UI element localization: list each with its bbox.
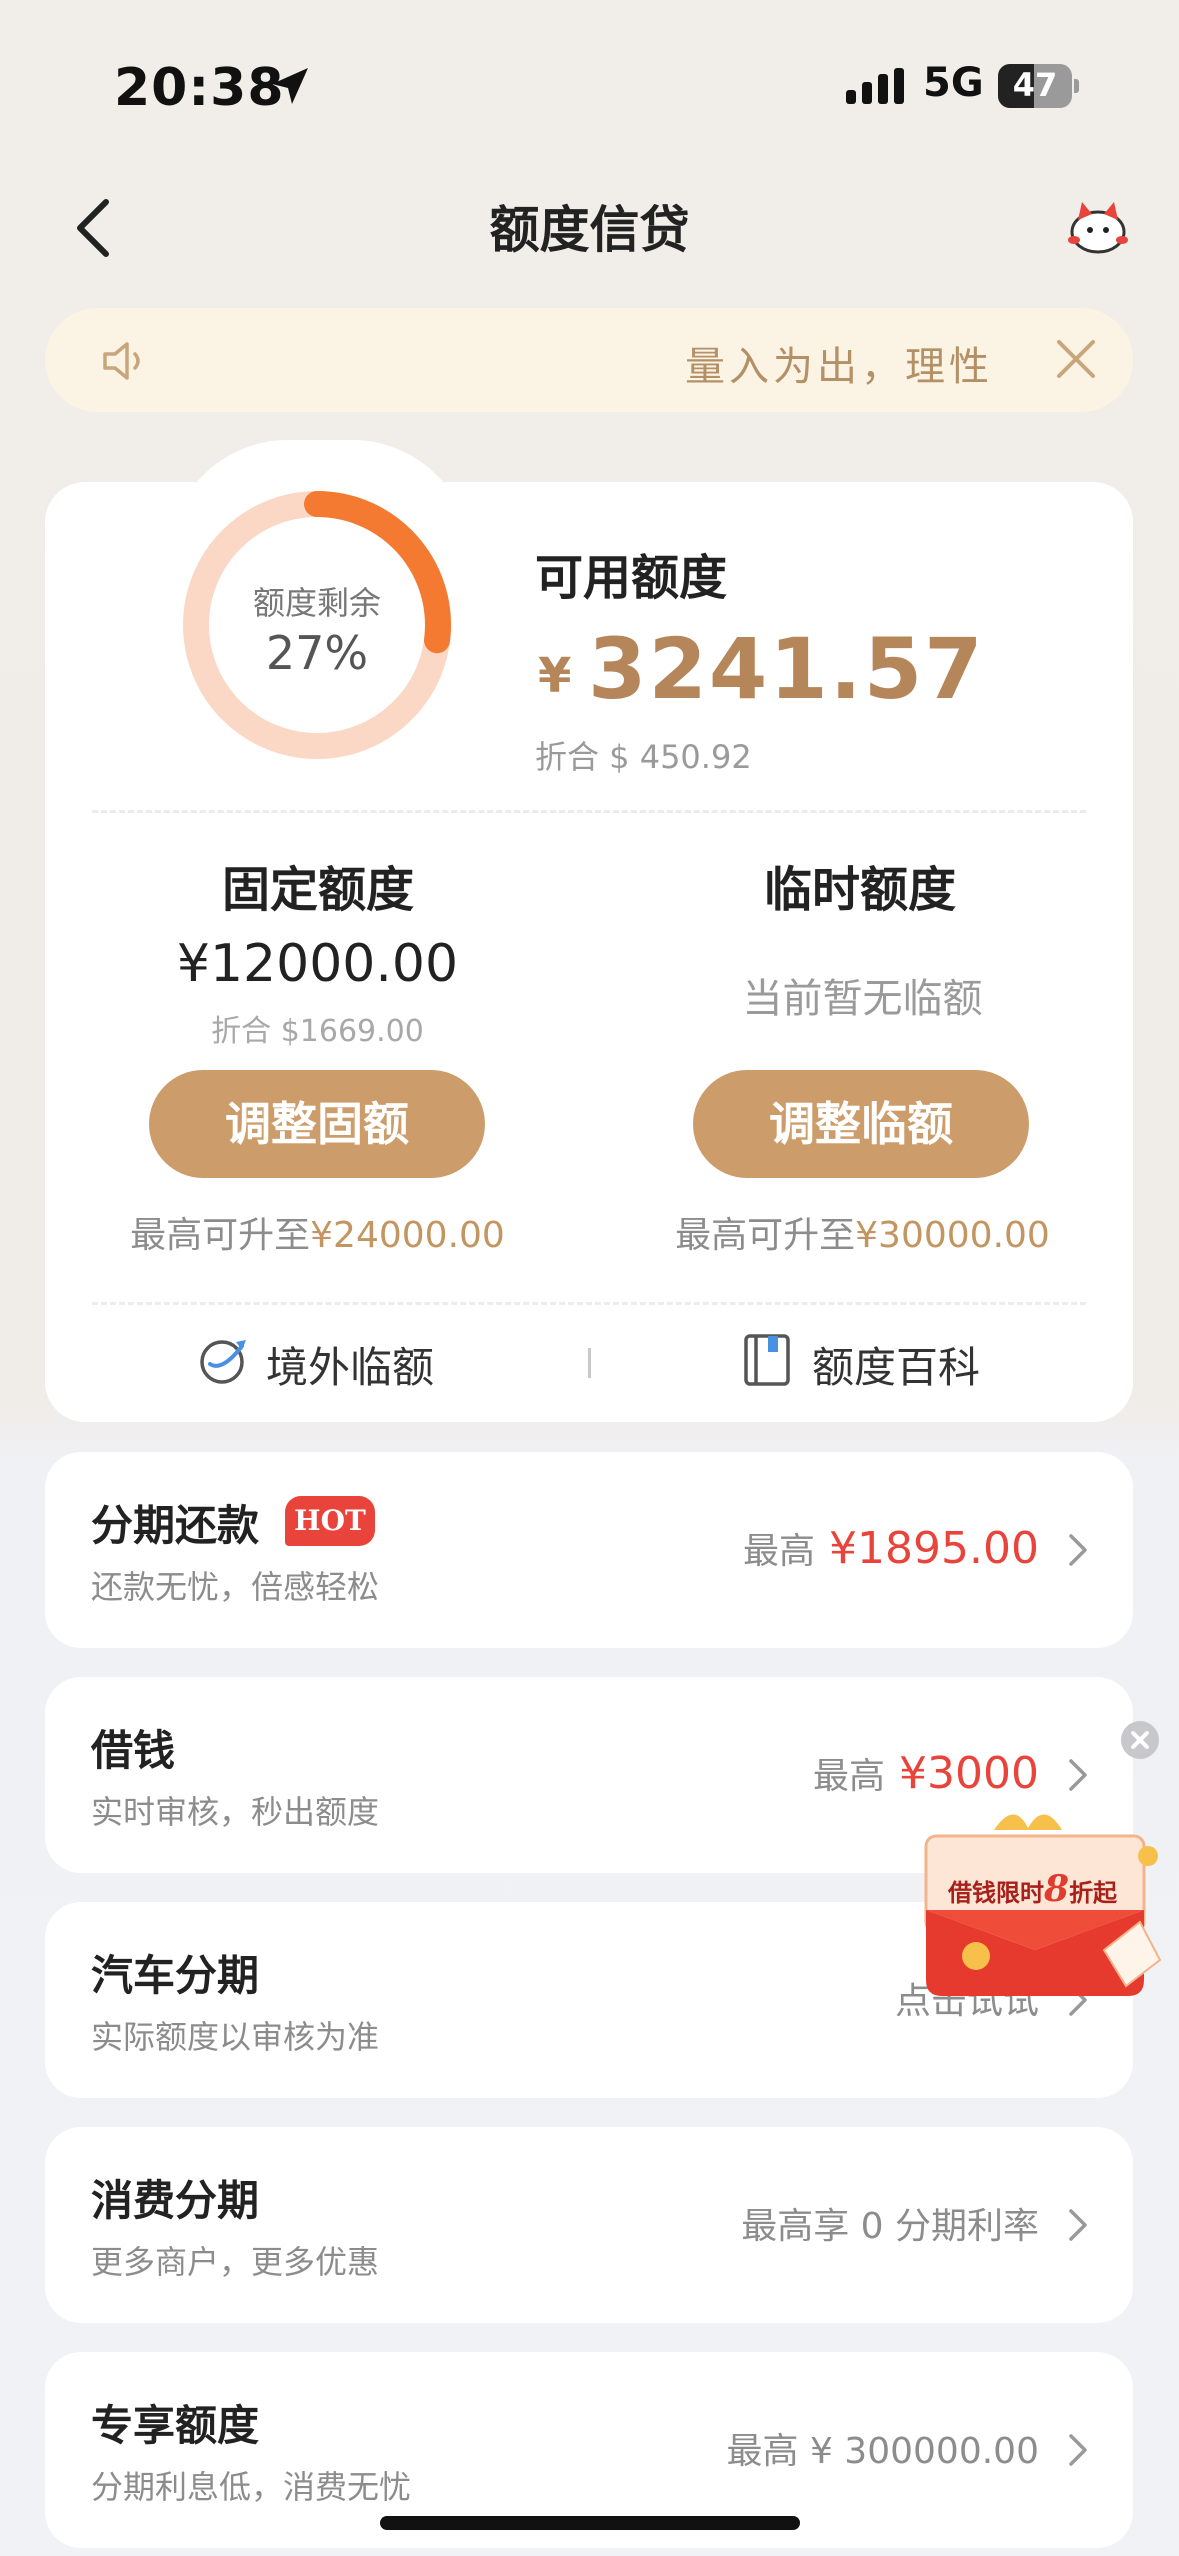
promo-text-prefix: 借钱限时: [948, 1878, 1044, 1907]
temp-quota-status: 当前暂无临额: [742, 976, 983, 1022]
chevron-right-icon: [1069, 1534, 1087, 1566]
adjust-fixed-quota-button[interactable]: 调整固额: [149, 1070, 485, 1178]
service-right-text: 最高 ¥ 300000.00: [727, 2422, 1039, 2474]
temp-max-line: 最高可升至¥30000.00: [590, 1206, 1135, 1258]
home-indicator: [380, 2516, 800, 2530]
service-subtitle: 更多商户，更多优惠: [91, 2243, 380, 2281]
speaker-icon: [103, 342, 140, 380]
adjust-temp-quota-button[interactable]: 调整临额: [693, 1070, 1029, 1178]
service-right-value: ¥1895.00: [829, 1523, 1039, 1574]
service-installment-repayment[interactable]: 分期还款 HOT 还款无忧，倍感轻松 最高 ¥1895.00: [45, 1452, 1133, 1648]
service-title: 汽车分期: [91, 1951, 260, 2000]
service-right-prefix: 最高 ¥ 300000.00: [726, 2431, 1039, 2472]
hot-badge: HOT: [285, 1496, 375, 1546]
promo-close-icon[interactable]: [1120, 1720, 1160, 1760]
quick-link-label: 境外临额: [266, 1343, 435, 1392]
divider: [92, 1302, 1086, 1305]
fixed-quota-converted: 折合 $1669.00: [211, 1014, 424, 1049]
service-title: 专享额度: [91, 2401, 260, 2450]
close-icon[interactable]: [1053, 336, 1099, 382]
service-right-text: 最高 ¥3000: [813, 1747, 1039, 1799]
battery-icon: 47: [998, 64, 1079, 108]
ring-label: 额度剩余: [252, 584, 381, 622]
temp-max-prefix: 最高可升至: [675, 1215, 856, 1256]
network-label: 5G: [923, 60, 984, 106]
temp-quota-title: 临时额度: [763, 862, 956, 918]
plane-globe-icon: [200, 1340, 246, 1384]
service-right-prefix: 最高享 0 分期利率: [741, 2206, 1039, 2247]
service-right-text: 最高享 0 分期利率: [741, 2197, 1039, 2249]
service-title: 借钱: [91, 1726, 176, 1775]
signal-icon: [846, 68, 904, 104]
quick-link-separator: [588, 1348, 591, 1378]
promo-text: 借钱限时8折起: [948, 1868, 1117, 1910]
available-currency: ¥: [538, 648, 572, 704]
fixed-quota-amount: ¥12000.00: [176, 934, 459, 994]
service-subtitle: 实际额度以审核为准: [91, 2018, 380, 2056]
battery-level: 47: [1012, 66, 1058, 104]
promo-text-suffix: 折起: [1069, 1878, 1118, 1907]
available-converted: 折合 $ 450.92: [535, 738, 752, 776]
available-quota-title: 可用额度: [535, 550, 728, 606]
chevron-right-icon: [1069, 1759, 1087, 1791]
location-arrow-icon: [272, 68, 308, 104]
remaining-quota-ring: [183, 491, 451, 759]
service-right-prefix: 最高: [813, 1756, 886, 1797]
book-icon: [744, 1334, 790, 1386]
fixed-max-line: 最高可升至¥24000.00: [45, 1206, 590, 1258]
service-subtitle: 分期利息低，消费无忧: [91, 2468, 412, 2506]
notice-bar: 量入为出，理性: [45, 308, 1133, 412]
service-right-value: ¥3000: [899, 1748, 1039, 1799]
quick-link-label: 额度百科: [812, 1343, 981, 1392]
fixed-max-value: ¥24000.00: [310, 1215, 505, 1256]
mascot-service-icon[interactable]: [1064, 196, 1132, 256]
ring-percent: 27%: [265, 626, 369, 680]
promo-text-number: 8: [1044, 1868, 1070, 1910]
divider: [92, 810, 1086, 813]
available-amount: 3241.57: [588, 620, 985, 718]
service-consumer-installment[interactable]: 消费分期 更多商户，更多优惠 最高享 0 分期利率: [45, 2127, 1133, 2323]
fixed-quota-title: 固定额度: [221, 862, 414, 918]
service-title: 分期还款: [91, 1501, 260, 1550]
status-time: 20:38: [114, 58, 285, 118]
service-right-prefix: 最高: [743, 1531, 816, 1572]
service-title: 消费分期: [91, 2176, 260, 2225]
service-subtitle: 还款无忧，倍感轻松: [91, 1568, 380, 1606]
notice-text: 量入为出，理性: [685, 344, 993, 390]
fixed-max-prefix: 最高可升至: [130, 1215, 311, 1256]
service-right-text: 最高 ¥1895.00: [743, 1522, 1039, 1574]
service-subtitle: 实时审核，秒出额度: [91, 1793, 380, 1831]
overseas-temp-quota-link[interactable]: 境外临额: [196, 1320, 456, 1400]
chevron-right-icon: [1069, 2434, 1087, 2466]
quota-encyclopedia-link[interactable]: 额度百科: [742, 1320, 1002, 1400]
chevron-right-icon: [1069, 2209, 1087, 2241]
page-title: 额度信贷: [489, 201, 690, 259]
temp-max-value: ¥30000.00: [855, 1215, 1050, 1256]
